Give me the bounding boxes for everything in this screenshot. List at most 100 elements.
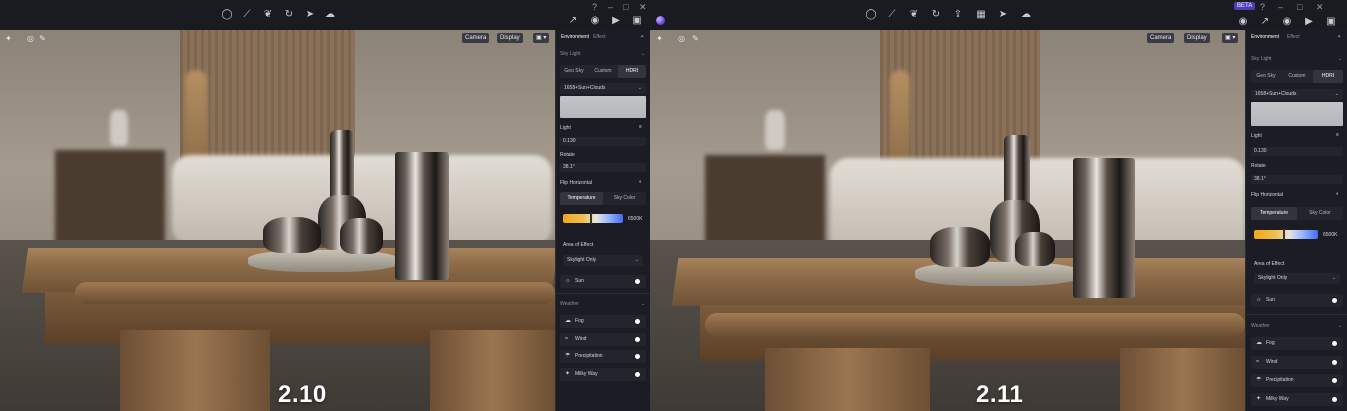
cloud-icon[interactable]: ☁	[1020, 9, 1032, 21]
sun-toggle[interactable]	[635, 279, 640, 284]
bulb-icon[interactable]: ◯	[221, 9, 233, 21]
tab-sky-color[interactable]: Sky Color	[1297, 207, 1343, 220]
tab-temperature[interactable]: Temperature	[1251, 207, 1297, 220]
chevron-down-icon[interactable]: ⌄	[1338, 56, 1342, 62]
milky-way-toggle[interactable]	[1332, 397, 1337, 402]
chevron-down-icon[interactable]: ⌄	[1338, 323, 1342, 329]
precipitation-toggle[interactable]	[1332, 378, 1337, 383]
tab-temperature[interactable]: Temperature	[560, 192, 603, 205]
transform-icon[interactable]: ✦	[4, 34, 13, 43]
tab-effect[interactable]: Effect	[593, 34, 606, 40]
tab-environment[interactable]: Environment	[1251, 34, 1279, 40]
viewport[interactable]: ✦ ◎ ✎ Camera Display ▣ ▾ 2.11	[650, 30, 1245, 411]
capture-dropdown-button[interactable]: ▣ ▾	[533, 33, 550, 43]
temperature-slider-thumb[interactable]	[590, 213, 592, 224]
wind-toggle[interactable]	[1332, 360, 1337, 365]
temperature-slider[interactable]	[1254, 229, 1318, 240]
sun-toggle[interactable]	[1332, 298, 1337, 303]
line-tool-icon[interactable]: ⟋	[886, 9, 898, 21]
precipitation-toggle[interactable]	[635, 354, 640, 359]
viewport[interactable]: ✦ ◎ ✎ Camera Display ▣ ▾ 2.10	[0, 30, 555, 411]
fog-row[interactable]: ☁ Fog	[560, 315, 646, 328]
fog-row[interactable]: ☁ Fog	[1251, 337, 1343, 350]
milky-way-row[interactable]: ✦ Milky Way	[1251, 393, 1343, 406]
maximize-icon[interactable]: □	[623, 2, 628, 12]
globe-icon[interactable]: ◎	[677, 34, 686, 43]
wind-toggle[interactable]	[635, 337, 640, 342]
sky-mode-hdri[interactable]: HDRI	[618, 65, 646, 78]
area-of-effect-select[interactable]: Skylight Only ⌄	[1254, 273, 1340, 284]
cloud-icon[interactable]: ☁	[324, 9, 336, 21]
capture-dropdown-button[interactable]: ▣ ▾	[1222, 33, 1239, 43]
cursor-icon[interactable]: ➤	[304, 9, 316, 21]
image-icon[interactable]: ▣	[631, 15, 643, 27]
precipitation-row[interactable]: ☂ Precipitation	[1251, 374, 1343, 387]
line-tool-icon[interactable]: ⟋	[241, 9, 253, 21]
sky-mode-geo[interactable]: Geo Sky	[1251, 70, 1281, 83]
tab-environment[interactable]: Environment	[561, 34, 589, 40]
cycle-icon[interactable]: ↻	[283, 9, 295, 21]
sliders-icon[interactable]: ≡	[639, 124, 642, 130]
pen-icon[interactable]: ✎	[691, 34, 700, 43]
milky-way-row[interactable]: ✦ Milky Way	[560, 368, 646, 381]
temperature-slider[interactable]	[563, 213, 623, 224]
help-icon[interactable]: ?	[592, 2, 597, 12]
close-icon[interactable]: ✕	[1316, 2, 1324, 13]
camera-button[interactable]: Camera	[462, 33, 490, 43]
maximize-icon[interactable]: □	[1297, 2, 1302, 12]
video-icon[interactable]: ▶	[610, 15, 622, 27]
leaf-icon[interactable]: ❦	[262, 9, 274, 21]
wind-row[interactable]: ≈ Wind	[560, 333, 646, 346]
import-icon[interactable]: ⇪	[952, 9, 964, 21]
grid-icon[interactable]: ▦	[975, 9, 987, 21]
video-icon[interactable]: ▶	[1303, 16, 1315, 28]
milky-way-toggle[interactable]	[635, 372, 640, 377]
cursor-icon[interactable]: ➤	[997, 9, 1009, 21]
pin-icon[interactable]: ✦	[640, 34, 644, 40]
light-input[interactable]: 0.130	[1251, 147, 1343, 156]
sliders-icon[interactable]: ≡	[1336, 132, 1339, 138]
flip-toggle-icon[interactable]: ◐	[1336, 191, 1339, 197]
sky-mode-geo[interactable]: Geo Sky	[560, 65, 588, 78]
ai-orb-icon[interactable]	[656, 16, 665, 25]
display-button[interactable]: Display	[497, 33, 523, 43]
camera-button[interactable]: Camera	[1147, 33, 1175, 43]
hdri-select[interactable]: 1658+Sun+Clouds ⌄	[1251, 89, 1343, 100]
fog-toggle[interactable]	[635, 319, 640, 324]
minimize-icon[interactable]: –	[608, 2, 613, 12]
sky-mode-custom[interactable]: Custom	[1282, 70, 1312, 83]
sky-mode-custom[interactable]: Custom	[589, 65, 617, 78]
minimize-icon[interactable]: –	[1278, 2, 1283, 12]
pen-icon[interactable]: ✎	[38, 34, 47, 43]
help-icon[interactable]: ?	[1260, 2, 1265, 12]
bulb-icon[interactable]: ◯	[865, 9, 877, 21]
tab-sky-color[interactable]: Sky Color	[603, 192, 646, 205]
hdri-select[interactable]: 1658+Sun+Clouds ⌄	[560, 83, 646, 94]
chevron-down-icon[interactable]: ⌄	[641, 51, 645, 57]
sun-row[interactable]: ☼ Sun	[1251, 294, 1343, 307]
sun-row[interactable]: ☼ Sun	[560, 275, 646, 288]
rotate-input[interactable]: 38.1°	[560, 163, 646, 172]
tab-effect[interactable]: Effect	[1287, 34, 1300, 40]
camera-icon[interactable]: ◉	[1237, 16, 1249, 28]
leaf-icon[interactable]: ❦	[908, 9, 920, 21]
light-input[interactable]: 0.130	[560, 137, 646, 146]
temperature-slider-thumb[interactable]	[1282, 229, 1285, 240]
precipitation-row[interactable]: ☂ Precipitation	[560, 350, 646, 363]
chevron-down-icon[interactable]: ⌄	[641, 301, 645, 307]
export-icon[interactable]: ↗	[567, 15, 579, 27]
export-icon[interactable]: ↗	[1259, 16, 1271, 28]
rotate-input[interactable]: 38.1°	[1251, 175, 1343, 184]
pin-icon[interactable]: ✦	[1337, 34, 1341, 40]
camera-icon[interactable]: ◉	[589, 15, 601, 27]
flip-toggle-icon[interactable]: ◐	[639, 179, 642, 185]
transform-icon[interactable]: ✦	[655, 34, 664, 43]
fog-toggle[interactable]	[1332, 341, 1337, 346]
globe-icon[interactable]: ◎	[26, 34, 35, 43]
display-button[interactable]: Display	[1184, 33, 1210, 43]
cycle-icon[interactable]: ↻	[930, 9, 942, 21]
image-icon[interactable]: ▣	[1325, 16, 1337, 28]
close-icon[interactable]: ✕	[639, 2, 647, 13]
sky-mode-hdri[interactable]: HDRI	[1313, 70, 1343, 83]
area-of-effect-select[interactable]: Skylight Only ⌄	[563, 255, 643, 266]
